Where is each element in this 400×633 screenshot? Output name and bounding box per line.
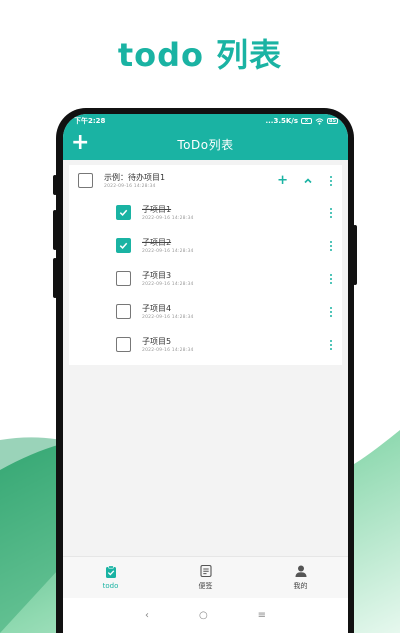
phone-side-button <box>53 175 57 195</box>
subitem-title: 子项目4 <box>142 303 172 313</box>
todo-item-parent[interactable]: 示例：待办项目1 2022-09-16 14:28:34 + <box>69 165 342 196</box>
nav-label-notes: 便签 <box>198 582 213 590</box>
subitem-timestamp: 2022-09-16 14:28:34 <box>142 281 194 287</box>
todo-subitem[interactable]: 子项目2 2022-09-16 14:28:34 <box>69 229 342 262</box>
network-speed: ...3.5K/s <box>265 117 298 125</box>
subitem-title: 子项目3 <box>142 270 172 280</box>
back-icon[interactable]: ‹ <box>145 610 149 621</box>
checkbox-checked[interactable] <box>116 205 131 220</box>
note-icon <box>199 564 212 578</box>
subitem-timestamp: 2022-09-16 14:28:34 <box>142 314 194 320</box>
phone-side-button <box>353 225 357 285</box>
checkbox[interactable] <box>78 173 93 188</box>
status-time: 下午2:28 <box>74 117 106 125</box>
check-icon <box>119 209 128 216</box>
wifi-icon <box>315 117 324 125</box>
subitem-timestamp: 2022-09-16 14:28:34 <box>142 248 194 254</box>
todo-subitem[interactable]: 子项目1 2022-09-16 14:28:34 <box>69 196 342 229</box>
todo-subitem[interactable]: 子项目4 2022-09-16 14:28:34 <box>69 295 342 328</box>
collapse-icon[interactable] <box>303 176 313 186</box>
phone-screen: 下午2:28 ...3.5K/s × 85 + ToDo列表 示例：待办项目1 … <box>63 114 348 633</box>
subitem-title: 子项目2 <box>142 237 172 247</box>
todo-title: 示例：待办项目1 <box>104 172 166 182</box>
nav-item-todo[interactable]: todo <box>81 565 141 590</box>
more-options-icon[interactable] <box>328 273 334 284</box>
checkbox[interactable] <box>116 304 131 319</box>
app-title: ToDo列表 <box>177 137 234 152</box>
more-options-icon[interactable] <box>328 306 334 317</box>
app-bar: + ToDo列表 <box>63 128 348 160</box>
phone-side-button <box>53 258 57 298</box>
subitem-title: 子项目5 <box>142 336 172 346</box>
check-icon <box>119 242 128 249</box>
more-options-icon[interactable] <box>328 207 334 218</box>
bottom-navigation: todo 便签 我的 <box>63 556 348 598</box>
phone-side-button <box>53 210 57 250</box>
nav-item-profile[interactable]: 我的 <box>271 564 331 591</box>
more-options-icon[interactable] <box>328 339 334 350</box>
checkbox[interactable] <box>116 271 131 286</box>
more-options-icon[interactable] <box>328 175 334 186</box>
nav-label-todo: todo <box>102 582 119 590</box>
subitem-title: 子项目1 <box>142 204 172 214</box>
sim-icon: × <box>301 118 312 124</box>
battery-icon: 85 <box>327 118 338 124</box>
status-bar: 下午2:28 ...3.5K/s × 85 <box>63 114 348 128</box>
system-navigation-bar: ‹ ○ ≡ <box>63 598 348 633</box>
person-icon <box>295 565 306 577</box>
todo-subitem[interactable]: 子项目5 2022-09-16 14:28:34 <box>69 328 342 361</box>
menu-icon[interactable]: ≡ <box>258 610 266 621</box>
more-options-icon[interactable] <box>328 240 334 251</box>
checkbox[interactable] <box>116 337 131 352</box>
subitem-timestamp: 2022-09-16 14:28:34 <box>142 215 194 221</box>
add-subitem-icon[interactable]: + <box>277 174 288 187</box>
todo-card: 示例：待办项目1 2022-09-16 14:28:34 + 子项目1 2022… <box>69 165 342 365</box>
todo-subitem[interactable]: 子项目3 2022-09-16 14:28:34 <box>69 262 342 295</box>
todo-list-area: 示例：待办项目1 2022-09-16 14:28:34 + 子项目1 2022… <box>63 160 348 558</box>
checkbox-checked[interactable] <box>116 238 131 253</box>
subitem-timestamp: 2022-09-16 14:28:34 <box>142 347 194 353</box>
home-icon[interactable]: ○ <box>199 610 208 621</box>
promo-title: todo 列表 <box>117 36 283 74</box>
nav-label-profile: 我的 <box>293 582 308 590</box>
plus-icon[interactable]: + <box>71 130 89 156</box>
clipboard-check-icon <box>105 565 116 578</box>
todo-timestamp: 2022-09-16 14:28:34 <box>104 183 156 189</box>
nav-item-notes[interactable]: 便签 <box>176 564 236 591</box>
